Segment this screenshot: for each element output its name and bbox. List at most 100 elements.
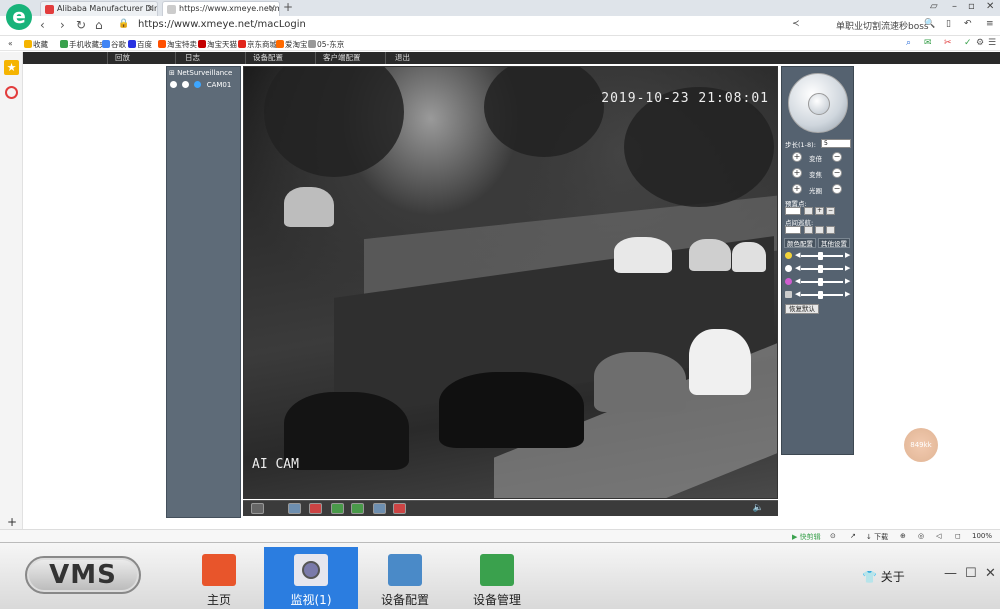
slider-left-arrow[interactable]: ◀: [795, 277, 800, 285]
screenshot-icon[interactable]: ✂: [944, 38, 952, 48]
undo-close-icon[interactable]: ↶: [964, 19, 972, 29]
window-minimize-icon[interactable]: –: [952, 1, 957, 12]
slider-knob[interactable]: [818, 291, 823, 299]
bookmark-item[interactable]: 淘宝特卖: [158, 39, 197, 50]
check-icon[interactable]: ✓: [964, 38, 972, 48]
new-tab-button[interactable]: +: [283, 0, 293, 14]
snapshot-icon[interactable]: [331, 503, 344, 514]
settings-icon[interactable]: ⚙: [976, 38, 984, 48]
slider-left-arrow[interactable]: ◀: [795, 264, 800, 272]
bookmark-item[interactable]: 淘宝天猫: [198, 39, 237, 50]
tab-close-icon[interactable]: ×: [146, 2, 154, 16]
fullscreen-icon[interactable]: [251, 503, 264, 514]
list-icon[interactable]: ☰: [988, 38, 996, 48]
slider-left-arrow[interactable]: ◀: [795, 251, 800, 259]
slider-knob[interactable]: [818, 278, 823, 286]
step-select[interactable]: 5: [821, 139, 851, 148]
about-button[interactable]: 👕 关于: [862, 568, 905, 585]
share-icon[interactable]: ≺: [792, 19, 800, 29]
video-viewport[interactable]: 2019-10-23 21:08:01 AI CAM: [243, 66, 778, 499]
cruise-stop-button[interactable]: [815, 226, 824, 234]
vms-maximize-icon[interactable]: ☐: [965, 566, 977, 581]
menu-logout[interactable]: 退出: [395, 52, 410, 64]
vms-close-icon[interactable]: ✕: [985, 566, 996, 581]
iris-minus-button[interactable]: −: [832, 184, 842, 194]
saturation-slider[interactable]: ◀ ▶: [785, 277, 853, 286]
quick-edit-button[interactable]: ▶ 快剪辑: [792, 532, 821, 542]
preset-input[interactable]: [785, 207, 801, 215]
stream-icon[interactable]: [288, 503, 301, 514]
status-icon[interactable]: ◻: [955, 532, 961, 540]
window-restore-icon[interactable]: ▫: [968, 1, 975, 12]
bookmarks-collapse-icon[interactable]: «: [8, 39, 13, 48]
menu-playback[interactable]: 回放: [115, 52, 130, 64]
reload-icon[interactable]: ↻: [76, 18, 86, 32]
cruise-input[interactable]: [785, 226, 801, 234]
mail-icon[interactable]: ✉: [924, 38, 932, 48]
cruise-grid-button[interactable]: [826, 226, 835, 234]
volume-icon[interactable]: 🔈: [753, 503, 764, 513]
forward-icon[interactable]: ›: [60, 18, 65, 32]
window-close-icon[interactable]: ✕: [986, 1, 994, 12]
slider-left-arrow[interactable]: ◀: [795, 290, 800, 298]
sidebar-add-icon[interactable]: +: [7, 515, 17, 529]
device-root[interactable]: ⊞ NetSurveillance: [169, 69, 232, 77]
slider-knob[interactable]: [818, 252, 823, 260]
search-tool-icon[interactable]: ⌕: [906, 38, 911, 48]
reading-mode-icon[interactable]: ▯: [946, 19, 951, 29]
vms-tab-home[interactable]: 主页: [172, 547, 266, 609]
favorites-star-icon[interactable]: ★: [4, 60, 19, 75]
status-icon[interactable]: ↗: [850, 532, 856, 540]
preset-delete-button[interactable]: −: [826, 207, 835, 215]
browser-menu-icon[interactable]: ▱: [930, 1, 938, 12]
tab-color-config[interactable]: 颜色配置: [784, 238, 816, 248]
bookmark-item[interactable]: 爱淘宝: [276, 39, 308, 50]
download-button[interactable]: ↓ 下载: [866, 532, 888, 542]
browser-logo-icon[interactable]: e: [6, 4, 32, 30]
focus-minus-button[interactable]: −: [832, 168, 842, 178]
stop-icon[interactable]: [393, 503, 406, 514]
slider-right-arrow[interactable]: ▶: [845, 251, 850, 259]
radio-icon[interactable]: [170, 81, 177, 88]
record-button-icon[interactable]: [309, 503, 322, 514]
preset-add-button[interactable]: +: [815, 207, 824, 215]
tab-close-icon[interactable]: ×: [268, 2, 276, 16]
ptz-joystick[interactable]: [788, 73, 848, 133]
camera-item[interactable]: CAM01: [170, 81, 231, 89]
zoom-minus-button[interactable]: −: [832, 152, 842, 162]
play-icon[interactable]: [182, 81, 190, 88]
menu-log[interactable]: 日志: [185, 52, 200, 64]
status-icon[interactable]: ◁: [936, 532, 941, 540]
tab-xmeye[interactable]: https://www.xmeye.net/macLo ×: [162, 1, 280, 16]
back-icon[interactable]: ‹: [40, 18, 45, 32]
url-field[interactable]: 🔒 https://www.xmeye.net/macLogin: [116, 18, 786, 34]
main-menu-icon[interactable]: ≡: [986, 19, 994, 29]
status-icon[interactable]: ⊕: [900, 532, 906, 540]
slider-right-arrow[interactable]: ▶: [845, 264, 850, 272]
bookmark-item[interactable]: 京东商城: [238, 39, 277, 50]
bookmark-item[interactable]: 手机收藏夹: [60, 39, 107, 50]
bookmark-item[interactable]: 收藏: [24, 39, 48, 50]
bookmark-item[interactable]: 谷歌: [102, 39, 126, 50]
vms-tab-device-manage[interactable]: 设备管理: [450, 547, 544, 609]
record-icon[interactable]: [5, 86, 18, 99]
tab-other-settings[interactable]: 其他设置: [818, 238, 850, 248]
focus-plus-button[interactable]: +: [792, 168, 802, 178]
vms-minimize-icon[interactable]: —: [944, 566, 957, 581]
tab-alibaba[interactable]: Alibaba Manufacturer Directo ×: [40, 1, 158, 16]
joystick-center[interactable]: [808, 93, 830, 115]
search-icon[interactable]: 🔍: [924, 19, 935, 29]
preset-go-button[interactable]: [804, 207, 813, 215]
brightness-slider[interactable]: ◀ ▶: [785, 251, 853, 260]
menu-device-config[interactable]: 设备配置: [253, 52, 283, 64]
contrast-slider[interactable]: ◀ ▶: [785, 264, 853, 273]
search-suggestion[interactable]: 单职业切割流速秒boss: [836, 19, 929, 32]
iris-plus-button[interactable]: +: [792, 184, 802, 194]
play-icon[interactable]: [373, 503, 386, 514]
cruise-play-button[interactable]: [804, 226, 813, 234]
home-icon[interactable]: ⌂: [95, 18, 103, 32]
slider-right-arrow[interactable]: ▶: [845, 290, 850, 298]
status-icon[interactable]: ⊙: [830, 532, 836, 540]
vms-tab-monitor[interactable]: 监视(1): [264, 547, 358, 609]
slider-knob[interactable]: [818, 265, 823, 273]
